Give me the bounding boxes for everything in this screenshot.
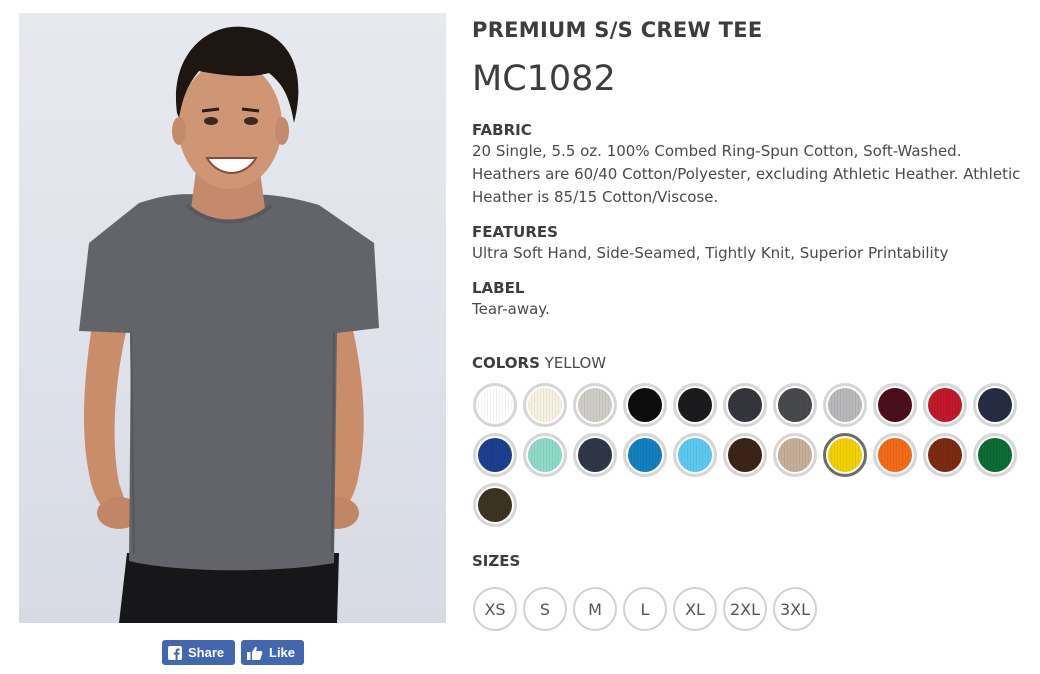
style-code: MC1082: [472, 59, 616, 99]
size-option-list: XS S M L XL 2XL 3XL: [473, 587, 1032, 631]
colors-heading: COLORS YELLOW: [472, 353, 1032, 373]
color-swatch[interactable]: [573, 383, 617, 427]
color-swatch-list: [473, 383, 1033, 527]
color-swatch-selected[interactable]: [823, 433, 867, 477]
color-swatch[interactable]: [973, 383, 1017, 427]
color-swatch[interactable]: [723, 433, 767, 477]
color-swatch[interactable]: [523, 433, 567, 477]
color-swatch[interactable]: [773, 383, 817, 427]
spec-title: FABRIC: [472, 121, 532, 139]
spec-body: Tear-away.: [472, 300, 550, 318]
color-swatch[interactable]: [573, 433, 617, 477]
color-swatch[interactable]: [473, 383, 517, 427]
spec-fabric: FABRIC 20 Single, 5.5 oz. 100% Combed Ri…: [472, 120, 1032, 209]
spec-label: LABEL Tear-away.: [472, 278, 1032, 321]
product-photo: [19, 13, 446, 623]
facebook-icon: [168, 645, 182, 660]
color-swatch[interactable]: [673, 383, 717, 427]
facebook-like-button[interactable]: Like: [241, 640, 304, 665]
size-option[interactable]: 3XL: [773, 587, 817, 631]
color-swatch[interactable]: [623, 433, 667, 477]
color-swatch[interactable]: [673, 433, 717, 477]
color-swatch[interactable]: [723, 383, 767, 427]
color-swatch[interactable]: [623, 383, 667, 427]
thumbs-up-icon: [247, 646, 263, 660]
color-swatch[interactable]: [773, 433, 817, 477]
sizes-heading: SIZES: [472, 552, 521, 570]
colors-label: COLORS: [472, 354, 540, 372]
social-buttons: Share Like: [162, 640, 304, 665]
product-details: PREMIUM S/S CREW TEE MC1082 FABRIC 20 Si…: [472, 16, 1032, 631]
size-option[interactable]: S: [523, 587, 567, 631]
color-swatch[interactable]: [873, 383, 917, 427]
spec-title: LABEL: [472, 279, 525, 297]
share-label: Share: [188, 645, 225, 660]
size-option[interactable]: 2XL: [723, 587, 767, 631]
model-wearing-tee-image: [79, 26, 379, 623]
facebook-share-button[interactable]: Share: [162, 640, 235, 665]
color-swatch[interactable]: [973, 433, 1017, 477]
color-swatch[interactable]: [473, 433, 517, 477]
color-swatch[interactable]: [923, 383, 967, 427]
color-swatch[interactable]: [873, 433, 917, 477]
color-swatch[interactable]: [923, 433, 967, 477]
spec-body: Ultra Soft Hand, Side-Seamed, Tightly Kn…: [472, 244, 949, 262]
spec-title: FEATURES: [472, 223, 558, 241]
like-label: Like: [269, 645, 296, 660]
selected-color-name: YELLOW: [544, 354, 607, 372]
color-swatch[interactable]: [823, 383, 867, 427]
size-option[interactable]: L: [623, 587, 667, 631]
spec-body: 20 Single, 5.5 oz. 100% Combed Ring-Spun…: [472, 142, 1021, 206]
size-option[interactable]: M: [573, 587, 617, 631]
color-swatch[interactable]: [523, 383, 567, 427]
spec-features: FEATURES Ultra Soft Hand, Side-Seamed, T…: [472, 222, 1032, 265]
product-name: PREMIUM S/S CREW TEE: [472, 18, 763, 42]
size-option[interactable]: XL: [673, 587, 717, 631]
color-swatch[interactable]: [473, 483, 517, 527]
size-option[interactable]: XS: [473, 587, 517, 631]
